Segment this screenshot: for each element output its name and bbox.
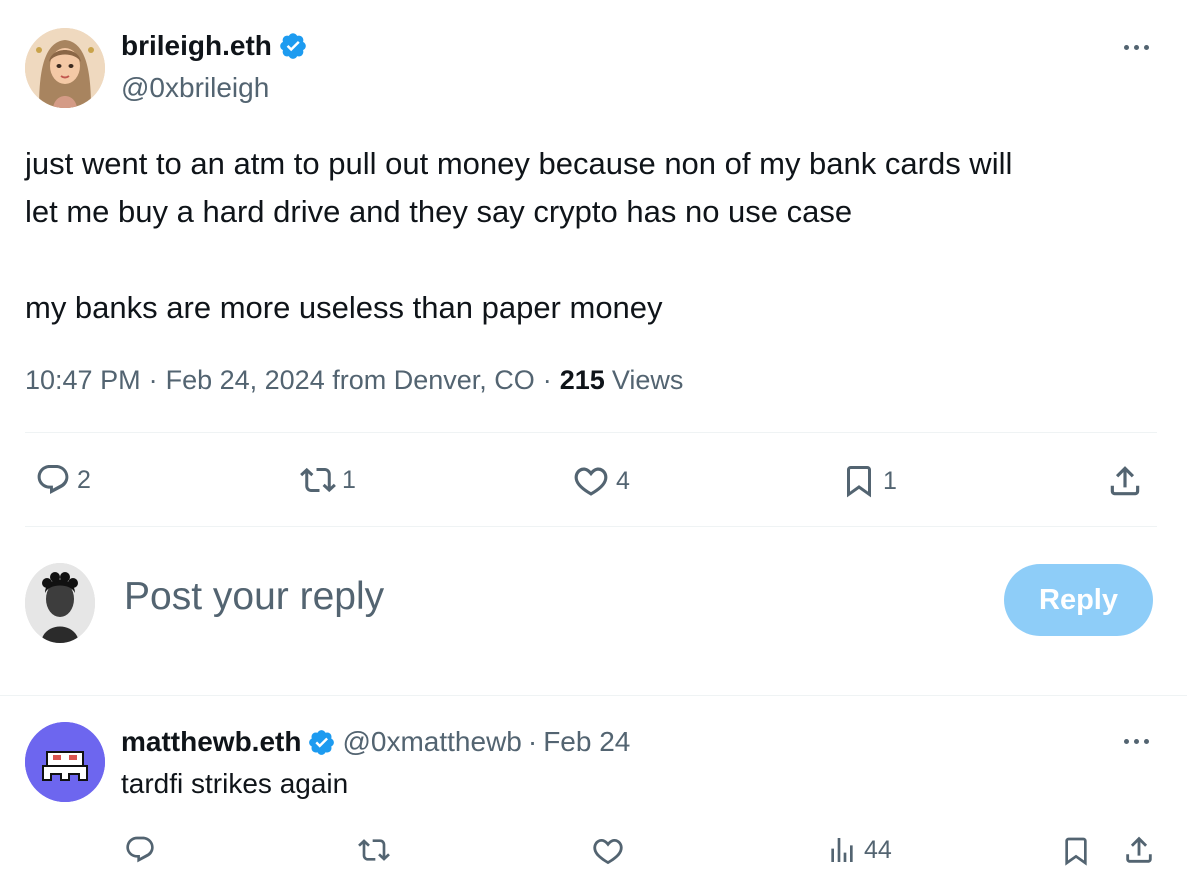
tweet-line-2: let me buy a hard drive and they say cry… (25, 194, 853, 229)
reply-icon (35, 462, 71, 498)
tweet-line-3: my banks are more useless than paper mon… (25, 290, 663, 325)
author-handle[interactable]: @0xbrileigh (121, 72, 269, 104)
views-action[interactable]: 44 (826, 834, 892, 866)
current-user-avatar[interactable] (25, 563, 95, 643)
more-icon[interactable] (1124, 739, 1149, 744)
like-action[interactable]: 4 (572, 462, 630, 500)
like-icon (572, 462, 610, 500)
reply-count: 2 (77, 465, 91, 494)
repost-icon (300, 462, 336, 498)
like-count: 4 (616, 466, 630, 495)
repost-action[interactable]: 1 (300, 462, 356, 498)
author-avatar[interactable] (25, 28, 105, 108)
share-icon[interactable] (1122, 833, 1156, 867)
meta-separator: · (542, 365, 552, 395)
tweet-text: just went to an atm to pull out money be… (25, 140, 1012, 332)
divider (25, 526, 1157, 527)
reply-action[interactable]: 2 (35, 462, 91, 498)
verified-badge-icon (278, 31, 308, 61)
author-name-row[interactable]: brileigh.eth (121, 30, 308, 62)
reply-display-name[interactable]: matthewb.eth (121, 726, 301, 758)
meta-separator: · (148, 365, 158, 395)
reply-icon[interactable] (124, 834, 156, 866)
divider (0, 695, 1187, 696)
bookmark-icon (841, 462, 877, 500)
share-icon[interactable] (1106, 462, 1144, 500)
repost-count: 1 (342, 465, 356, 494)
author-display-name[interactable]: brileigh.eth (121, 30, 272, 62)
views-count: 215 (559, 365, 605, 395)
divider (25, 432, 1157, 433)
reply-author-avatar[interactable] (25, 722, 105, 802)
views-count: 44 (864, 835, 892, 864)
reply-text: tardfi strikes again (121, 768, 349, 799)
like-icon[interactable] (591, 834, 625, 868)
reply-handle[interactable]: @0xmatthewb (342, 726, 521, 758)
repost-icon[interactable] (358, 834, 390, 866)
tweet-meta: 10:47 PM · Feb 24, 2024 from Denver, CO … (25, 365, 683, 396)
bookmark-action[interactable]: 1 (841, 462, 897, 500)
reply-button[interactable]: Reply (1004, 564, 1153, 636)
verified-badge-icon (307, 728, 336, 757)
bookmark-icon[interactable] (1060, 834, 1092, 868)
meta-separator: · (527, 726, 538, 757)
reply-input[interactable]: Post your reply (124, 575, 384, 619)
reply-header: matthewb.eth @0xmatthewb · Feb 24 (121, 726, 630, 758)
tweet-date-location[interactable]: Feb 24, 2024 from Denver, CO (166, 365, 535, 396)
tweet-time[interactable]: 10:47 PM (25, 365, 141, 396)
reply-date[interactable]: Feb 24 (543, 726, 630, 758)
more-icon[interactable] (1124, 45, 1149, 50)
views-icon (826, 834, 858, 866)
views-label: Views (611, 365, 684, 395)
bookmark-count: 1 (883, 466, 897, 495)
tweet-line-1: just went to an atm to pull out money be… (25, 146, 1013, 181)
